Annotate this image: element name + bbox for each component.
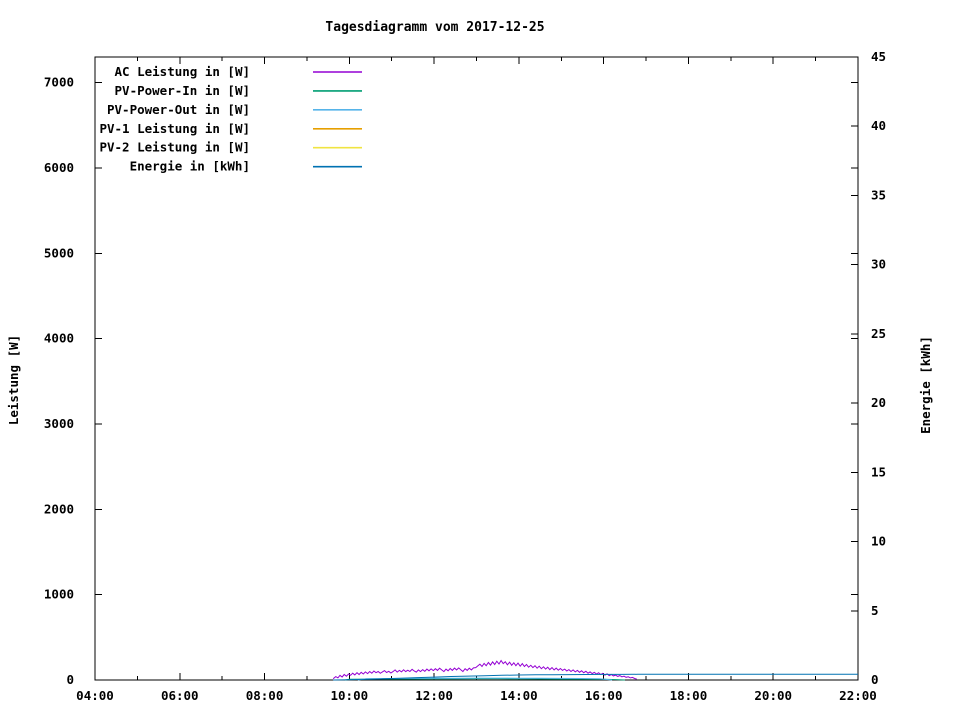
legend-label: PV-2 Leistung in [W]: [99, 140, 250, 155]
x-tick-label: 22:00: [839, 688, 877, 703]
legend-label: PV-1 Leistung in [W]: [99, 121, 250, 136]
chart-canvas: Tagesdiagramm vom 2017-12-25 Leistung [W…: [6, 20, 933, 703]
legend-label: PV-Power-In in [W]: [115, 83, 250, 98]
x-tick-label: 12:00: [415, 688, 453, 703]
x-tick-label: 04:00: [76, 688, 114, 703]
x-tick-label: 20:00: [754, 688, 792, 703]
y-left-tick-label: 3000: [44, 416, 74, 431]
x-tick-label: 06:00: [161, 688, 199, 703]
y-right-tick-label: 30: [871, 257, 886, 272]
y-left-tick-label: 2000: [44, 501, 74, 516]
y-left-tick-label: 7000: [44, 75, 74, 90]
y-right-tick-label: 25: [871, 326, 886, 341]
y-right-tick-label: 5: [871, 603, 879, 618]
y-axis-right-label: Energie [kWh]: [918, 336, 933, 434]
y-left-tick-label: 5000: [44, 245, 74, 260]
x-tick-label: 16:00: [585, 688, 623, 703]
y-right-tick-label: 15: [871, 464, 886, 479]
x-tick-label: 10:00: [331, 688, 369, 703]
y-left-tick-label: 4000: [44, 331, 74, 346]
x-tick-label: 08:00: [246, 688, 284, 703]
chart-page: Tagesdiagramm vom 2017-12-25 Leistung [W…: [0, 0, 960, 720]
legend-label: Energie in [kWh]: [130, 159, 250, 174]
y-right-tick-label: 0: [871, 672, 879, 687]
y-right-tick-label: 20: [871, 395, 886, 410]
legend: AC Leistung in [W] PV-Power-In in [W] PV-P…: [99, 64, 362, 174]
x-tick-label: 18:00: [670, 688, 708, 703]
y-left-tick-label: 1000: [44, 587, 74, 602]
series-line: [332, 659, 637, 680]
x-tick-label: 14:00: [500, 688, 538, 703]
legend-label: AC Leistung in [W]: [115, 64, 250, 79]
y-left-tick-label: 0: [66, 672, 74, 687]
data-series: [332, 659, 858, 681]
legend-label: PV-Power-Out in [W]: [107, 102, 250, 117]
y-right-tick-label: 35: [871, 187, 886, 202]
y-right-tick-label: 40: [871, 118, 886, 133]
chart-title: Tagesdiagramm vom 2017-12-25: [325, 20, 544, 35]
y-right-tick-label: 45: [871, 49, 886, 64]
y-right-tick-label: 10: [871, 534, 886, 549]
y-axis-left-label: Leistung [W]: [6, 335, 21, 425]
y-left-tick-label: 6000: [44, 160, 74, 175]
